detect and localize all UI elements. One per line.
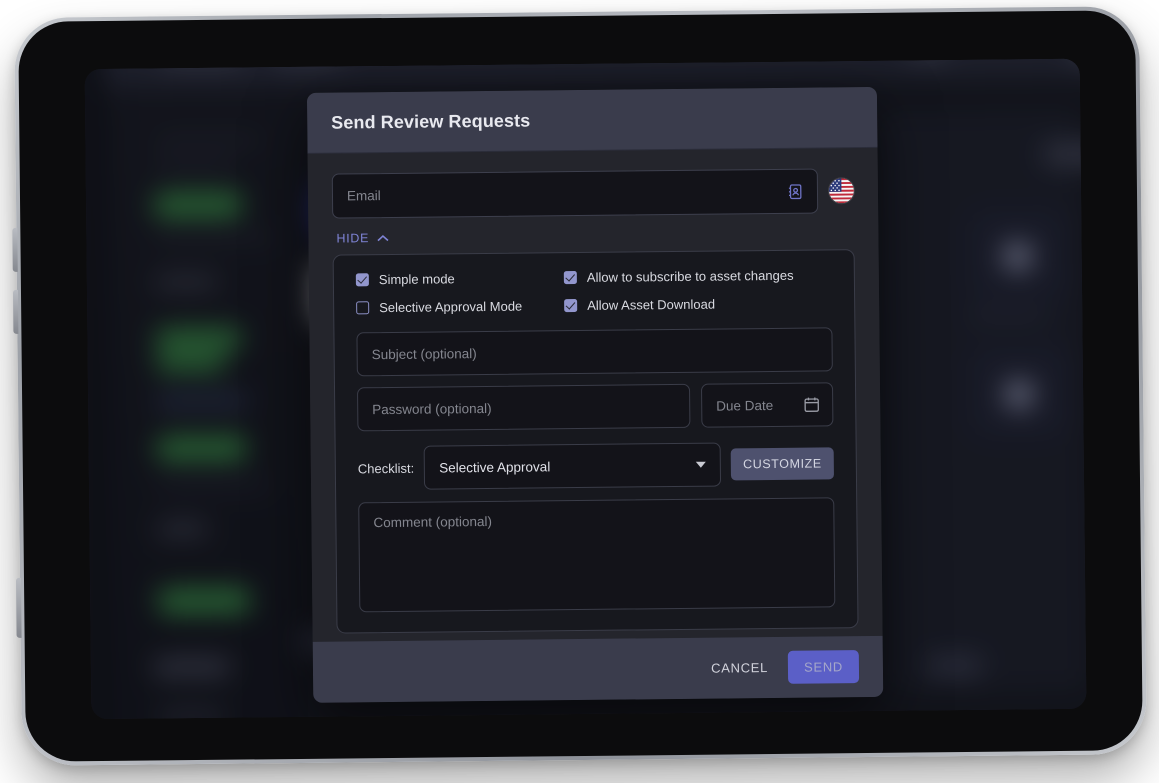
hide-toggle[interactable]: HIDE xyxy=(336,231,389,246)
us-flag-icon[interactable] xyxy=(828,178,855,204)
checkbox-indicator xyxy=(355,273,369,287)
email-field[interactable] xyxy=(331,168,819,219)
checkbox-allow-subscribe[interactable]: Allow to subscribe to asset changes xyxy=(563,267,832,285)
dialog-footer: CANCEL SEND xyxy=(312,635,884,703)
email-row xyxy=(331,168,855,219)
hide-toggle-label: HIDE xyxy=(336,231,370,246)
options-panel: Simple mode Allow to subscribe to asset … xyxy=(332,249,859,634)
tablet-screen: Send Review Requests Email HIDE Simple m… xyxy=(84,58,1087,720)
checklist-label: Checklist: xyxy=(357,460,415,476)
due-date-field[interactable] xyxy=(700,382,834,428)
comment-field[interactable] xyxy=(358,497,836,613)
checkbox-indicator xyxy=(563,271,577,285)
checklist-row: Checklist: Selective Approval CUSTOMIZE xyxy=(358,441,834,490)
dialog-header: Send Review Requests xyxy=(306,86,878,154)
checkbox-allow-asset-download[interactable]: Allow Asset Download xyxy=(564,295,832,313)
device-button-volume-down xyxy=(12,289,19,334)
password-duedate-row xyxy=(357,382,834,432)
checkbox-indicator xyxy=(356,301,370,315)
device-button-volume-up xyxy=(12,227,18,272)
checkbox-grid: Simple mode Allow to subscribe to asset … xyxy=(355,267,832,315)
chevron-up-icon xyxy=(377,234,389,241)
checklist-select[interactable]: Selective Approval xyxy=(423,442,722,490)
dialog-body: HIDE Simple mode xyxy=(307,147,883,642)
checkbox-selective-approval-mode[interactable]: Selective Approval Mode xyxy=(356,298,564,315)
due-date-input[interactable] xyxy=(716,397,797,414)
checkbox-label: Allow to subscribe to asset changes xyxy=(586,267,794,285)
checklist-selected-value: Selective Approval xyxy=(439,458,551,475)
checkbox-label: Selective Approval Mode xyxy=(379,298,523,316)
address-book-icon[interactable] xyxy=(787,183,804,200)
cancel-button[interactable]: CANCEL xyxy=(705,652,774,684)
password-field[interactable] xyxy=(357,383,691,432)
chevron-down-icon xyxy=(696,461,707,468)
checkbox-indicator xyxy=(564,299,578,313)
email-input[interactable] xyxy=(346,183,776,204)
tablet-device-frame: Send Review Requests Email HIDE Simple m… xyxy=(12,6,1147,766)
send-review-requests-dialog: Send Review Requests Email HIDE Simple m… xyxy=(306,86,884,703)
dialog-title: Send Review Requests xyxy=(331,110,531,133)
device-button-power xyxy=(15,577,22,638)
checkbox-label: Simple mode xyxy=(378,271,455,288)
comment-textarea[interactable] xyxy=(373,510,821,600)
customize-button[interactable]: CUSTOMIZE xyxy=(730,447,834,481)
screenshot-root: Send Review Requests Email HIDE Simple m… xyxy=(0,0,1159,783)
subject-field[interactable] xyxy=(356,327,833,377)
background-logo xyxy=(160,58,245,68)
subject-input[interactable] xyxy=(371,342,818,362)
calendar-icon[interactable] xyxy=(804,397,819,413)
tablet-bezel: Send Review Requests Email HIDE Simple m… xyxy=(18,10,1143,762)
send-button[interactable]: SEND xyxy=(787,650,860,684)
checkbox-label: Allow Asset Download xyxy=(587,296,716,313)
checkbox-simple-mode[interactable]: Simple mode xyxy=(355,270,564,288)
password-input[interactable] xyxy=(372,398,676,417)
